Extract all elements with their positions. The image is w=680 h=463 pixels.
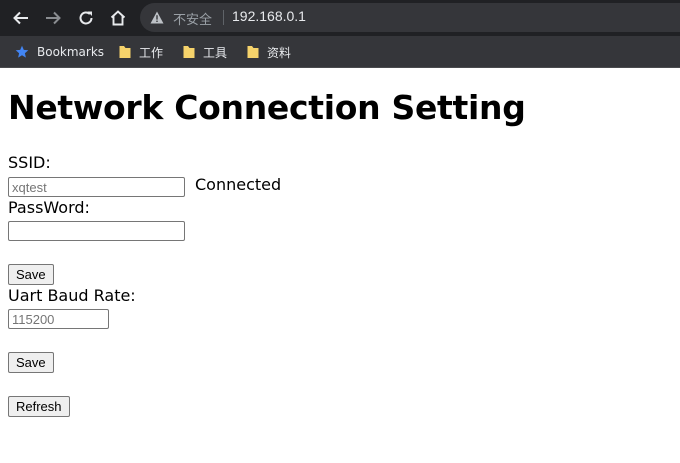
forward-button[interactable] — [41, 6, 65, 30]
folder-icon — [119, 46, 131, 58]
bookmark-label: 工具 — [203, 45, 228, 60]
ssid-label: SSID: — [8, 153, 51, 172]
bookmark-folder-materials[interactable]: 资料 — [247, 41, 291, 63]
star-icon — [15, 45, 29, 58]
baud-rate-label: Uart Baud Rate: — [8, 286, 136, 305]
bookmark-folder-tools[interactable]: 工具 — [183, 41, 227, 63]
back-arrow-icon — [13, 11, 28, 25]
forward-arrow-icon — [46, 11, 61, 25]
bookmark-label: 工作 — [139, 45, 164, 60]
browser-toolbar: 不安全 192.168.0.1 — [0, 0, 680, 36]
address-divider — [223, 10, 224, 25]
folder-icon — [183, 46, 195, 58]
ssid-input[interactable] — [8, 177, 185, 197]
bookmark-label: 资料 — [267, 45, 292, 60]
folder-icon — [247, 46, 259, 58]
url-text[interactable]: 192.168.0.1 — [232, 8, 306, 24]
save-baud-button[interactable]: Save — [8, 352, 54, 373]
connection-status: Connected — [195, 175, 282, 194]
reload-icon — [79, 11, 93, 25]
bookmark-label: Bookmarks — [37, 45, 105, 59]
bookmark-folder-work[interactable]: 工作 — [119, 41, 163, 63]
password-input[interactable] — [8, 221, 185, 241]
home-button[interactable] — [106, 6, 130, 30]
save-wifi-button[interactable]: Save — [8, 264, 54, 285]
password-label: PassWord: — [8, 198, 90, 217]
bookmarks-bar: Bookmarks 工作 工具 资料 — [0, 36, 680, 68]
home-icon — [110, 10, 126, 26]
baud-rate-input[interactable] — [8, 309, 109, 329]
security-status: 不安全 — [173, 13, 213, 28]
bookmark-item-bookmarks[interactable]: Bookmarks — [15, 41, 104, 63]
warning-triangle-icon — [150, 11, 164, 24]
reload-button[interactable] — [74, 6, 98, 30]
page-title: Network Connection Setting — [8, 88, 526, 127]
refresh-button[interactable]: Refresh — [8, 396, 70, 417]
back-button[interactable] — [9, 6, 33, 30]
address-bar[interactable]: 不安全 192.168.0.1 — [140, 3, 680, 32]
